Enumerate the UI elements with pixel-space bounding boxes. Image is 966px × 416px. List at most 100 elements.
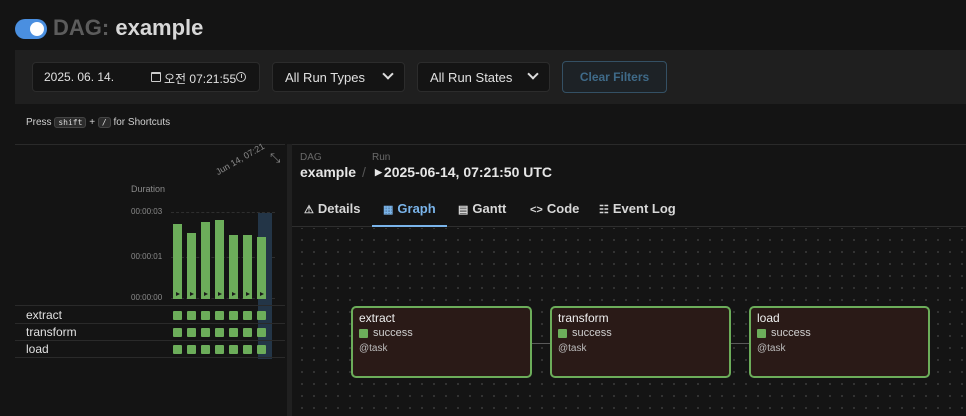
tab-bar: ⚠ Details ▦ Graph ▤ Gantt <> Code ☷ Event Log [292,191,966,227]
kbd-slash: / [97,117,111,128]
tab-details[interactable]: ⚠ Details [304,201,361,216]
y-tick-label: 00:00:01 [131,252,163,261]
y-tick-label: 00:00:00 [131,293,163,302]
task-node-load[interactable]: load success @task [749,306,930,378]
tab-gantt-label: Gantt [472,201,507,216]
collapse-icon[interactable]: ⤡ [270,150,280,166]
calendar-icon[interactable] [151,72,161,82]
task-instance-square[interactable] [201,328,210,337]
play-icon: ▶ [375,167,382,177]
code-icon: <> [530,204,543,216]
duration-label: Duration [131,184,166,194]
run-date-input[interactable]: 2025. 06. 14. 오전 07:21:55 [32,62,260,92]
task-instance-square[interactable] [215,345,224,354]
hint-press: Press [26,117,52,128]
grid-panel: ⤡ Duration Jun 14, 07:21 00:00:03 00:00:… [15,141,285,416]
tab-code[interactable]: <> Code [530,201,579,216]
task-name: load [26,342,49,356]
task-instance-square[interactable] [243,328,252,337]
chevron-down-icon [527,68,539,80]
tab-event-log[interactable]: ☷ Event Log [599,201,676,216]
hint-plus: + [89,117,96,128]
task-name: transform [26,325,77,339]
task-instance-square[interactable] [173,345,182,354]
task-instance-square[interactable] [187,345,196,354]
kbd-shift: shift [54,117,87,128]
status-square [558,329,567,338]
graph-canvas[interactable]: extract success @task transform success … [292,228,966,416]
header: DAG: example [0,0,966,50]
task-instance-square[interactable] [187,311,196,320]
run-types-select[interactable]: All Run Types [272,62,405,92]
task-instance-square[interactable] [215,311,224,320]
task-node-extract[interactable]: extract success @task [351,306,532,378]
duration-bar[interactable] [257,237,266,299]
duration-bar[interactable] [215,220,224,299]
active-tab-indicator [372,225,447,227]
task-instance-square[interactable] [257,311,266,320]
task-row-extract[interactable]: extract [15,307,285,324]
tab-event-log-label: Event Log [612,201,676,216]
breadcrumb-run-link[interactable]: ▶ 2025-06-14, 07:21:50 UTC [375,164,552,180]
toggle-knob [30,22,44,36]
gantt-icon: ▤ [458,204,469,216]
tab-graph-label: Graph [397,201,436,216]
graph-icon: ▦ [383,204,394,216]
task-instance-square[interactable] [173,311,182,320]
node-status: success [771,327,811,339]
y-tick-label: 00:00:03 [131,207,163,216]
shortcut-hint: Press shift + / for Shortcuts [26,117,170,128]
tab-graph[interactable]: ▦ Graph [383,201,436,216]
clock-icon[interactable] [236,72,246,82]
breadcrumb-run-value: 2025-06-14, 07:21:50 UTC [383,164,553,180]
duration-bar[interactable] [173,224,182,299]
dag-prefix: DAG: [53,15,110,40]
node-operator: @task [359,343,388,354]
graph-edge [532,343,552,344]
run-types-value: All Run Types [285,70,365,85]
run-date-label: Jun 14, 07:21 [214,141,267,177]
tab-gantt[interactable]: ▤ Gantt [458,201,506,216]
breadcrumb-dag-link[interactable]: example [300,164,356,180]
duration-bar[interactable] [187,233,196,299]
task-row-transform[interactable]: transform [15,324,285,341]
task-instance-square[interactable] [243,311,252,320]
task-instance-square[interactable] [257,345,266,354]
chevron-down-icon [382,68,394,80]
duration-bar[interactable] [201,222,210,299]
node-title: load [757,311,780,325]
run-states-value: All Run States [430,70,513,85]
status-square [757,329,766,338]
duration-bar[interactable] [229,235,238,299]
node-status: success [572,327,612,339]
date-value: 2025. 06. 14. [44,70,115,84]
duration-bar[interactable] [243,235,252,299]
node-operator: @task [558,343,587,354]
task-instance-square[interactable] [173,328,182,337]
divider [15,305,285,306]
graph-edge [731,343,751,344]
task-instance-square[interactable] [187,328,196,337]
filter-bar: 2025. 06. 14. 오전 07:21:55 All Run Types … [15,50,966,104]
hint-suffix: for Shortcuts [113,117,171,128]
breadcrumb-dag-label: DAG [300,152,322,163]
status-square [359,329,368,338]
task-instance-square[interactable] [201,345,210,354]
page-title: DAG: example [53,15,203,41]
dag-name: example [115,15,204,40]
task-instance-square[interactable] [201,311,210,320]
run-states-select[interactable]: All Run States [417,62,550,92]
task-node-transform[interactable]: transform success @task [550,306,731,378]
task-instance-square[interactable] [229,345,238,354]
task-instance-square[interactable] [257,328,266,337]
clear-filters-button[interactable]: Clear Filters [562,61,667,93]
task-instance-square[interactable] [229,311,238,320]
breadcrumb-separator: / [362,164,366,180]
task-instance-square[interactable] [243,345,252,354]
node-operator: @task [757,343,786,354]
dag-pause-toggle[interactable] [15,19,47,39]
task-row-load[interactable]: load [15,341,285,358]
task-instance-square[interactable] [215,328,224,337]
node-title: extract [359,311,396,325]
task-instance-square[interactable] [229,328,238,337]
